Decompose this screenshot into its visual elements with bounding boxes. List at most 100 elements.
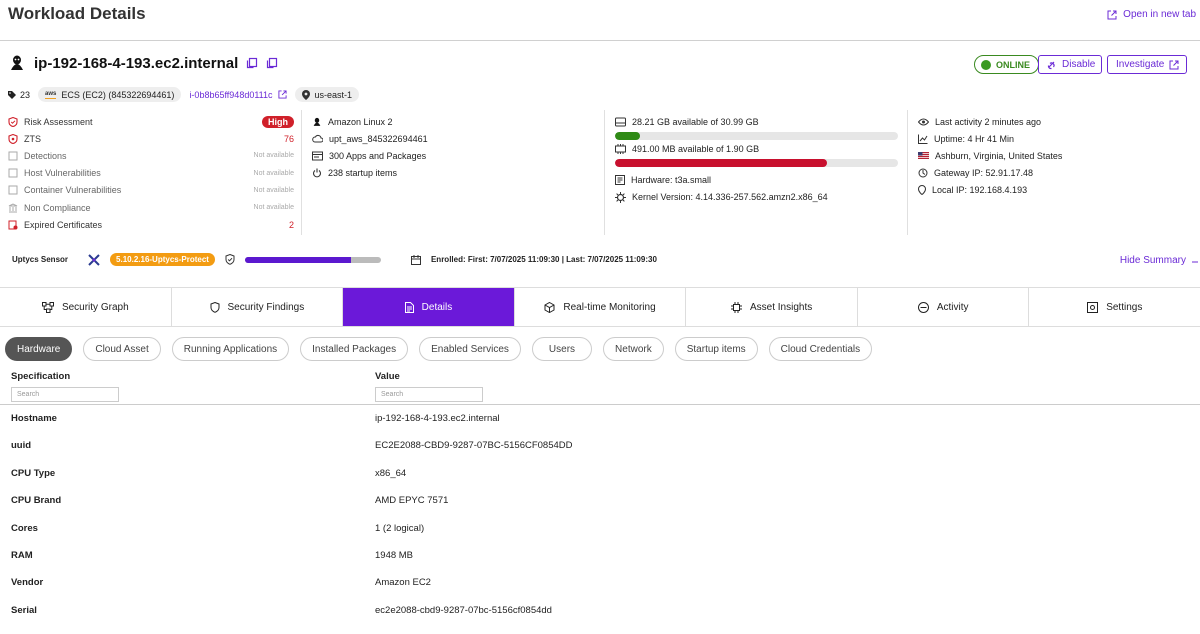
subtab-users[interactable]: Users bbox=[531, 337, 593, 361]
risk-assessment-row[interactable]: Risk Assessment High bbox=[8, 113, 294, 130]
spec-cell: CPU Type bbox=[11, 467, 56, 479]
gateway-label: Gateway IP: 52.91.17.48 bbox=[934, 168, 1034, 179]
tab-details[interactable]: Details bbox=[343, 288, 515, 326]
copy-id-icon[interactable] bbox=[266, 57, 278, 69]
tab-label: Activity bbox=[936, 301, 969, 313]
tab-security-findings[interactable]: Security Findings bbox=[172, 288, 344, 326]
column-header-value[interactable]: Value bbox=[375, 371, 400, 382]
tab-label: Details bbox=[421, 301, 453, 313]
region-pill: us-east-1 bbox=[294, 87, 360, 102]
subtab-cloud-credentials[interactable]: Cloud Credentials bbox=[768, 337, 873, 361]
table-row: Vendor Amazon EC2 bbox=[0, 569, 1200, 596]
tab-security-graph[interactable]: Security Graph bbox=[0, 288, 172, 326]
hostname-title: ip-192-168-4-193.ec2.internal bbox=[34, 54, 239, 72]
location-pin-icon bbox=[918, 185, 926, 196]
zts-row[interactable]: ZTS 76 bbox=[8, 130, 294, 147]
value-cell: Amazon EC2 bbox=[375, 577, 431, 589]
investigate-button[interactable]: Investigate bbox=[1107, 55, 1187, 74]
tab-asset-insights[interactable]: Asset Insights bbox=[686, 288, 858, 326]
memory-row: 491.00 MB available of 1.90 GB bbox=[615, 140, 899, 157]
location-row: Ashburn, Virginia, United States bbox=[918, 147, 1188, 164]
subtab-cloud-asset[interactable]: Cloud Asset bbox=[83, 337, 161, 361]
table-header: Specification Value Search Search bbox=[0, 370, 1200, 405]
value-cell: 1 (2 logical) bbox=[375, 522, 425, 534]
memory-label: 491.00 MB available of 1.90 GB bbox=[632, 143, 760, 154]
value-search-input[interactable]: Search bbox=[375, 387, 483, 402]
status-label: ONLINE bbox=[996, 59, 1031, 70]
subtab-hardware[interactable]: Hardware bbox=[5, 337, 73, 361]
open-new-tab-link[interactable]: Open in new tab bbox=[1107, 9, 1196, 20]
tab-label: Asset Insights bbox=[749, 301, 813, 313]
spec-cell: Hostname bbox=[11, 413, 57, 424]
spec-cell: RAM bbox=[11, 550, 33, 561]
gateway-icon bbox=[918, 168, 928, 178]
expired-certificates-count: 2 bbox=[288, 219, 294, 230]
external-link-icon bbox=[277, 90, 287, 99]
certificate-icon bbox=[8, 220, 18, 230]
enrolled-text: Enrolled: First: 7/07/2025 11:09:30 | La… bbox=[430, 255, 657, 264]
sensor-shield-icon bbox=[225, 254, 235, 265]
copy-icon[interactable] bbox=[246, 57, 258, 69]
disk-label: 28.21 GB available of 30.99 GB bbox=[632, 116, 759, 127]
disk-usage-bar bbox=[615, 132, 898, 141]
location-pin-icon bbox=[301, 89, 310, 100]
hide-summary-toggle[interactable]: Hide Summary bbox=[1120, 255, 1198, 266]
tag-count[interactable]: 23 bbox=[8, 90, 30, 100]
expired-certificates-label: Expired Certificates bbox=[24, 219, 103, 230]
disable-button[interactable]: Disable bbox=[1038, 55, 1102, 74]
table-row: Cores 1 (2 logical) bbox=[0, 515, 1200, 542]
shield-alert-icon bbox=[8, 116, 18, 127]
disk-row: 28.21 GB available of 30.99 GB bbox=[615, 113, 899, 130]
linux-penguin-icon bbox=[8, 54, 26, 72]
startup-row[interactable]: 238 startup items bbox=[312, 165, 592, 182]
open-new-tab-label: Open in new tab bbox=[1123, 9, 1196, 20]
value-cell: ip-192-168-4-193.ec2.internal bbox=[375, 413, 500, 424]
apps-row[interactable]: 300 Apps and Packages bbox=[312, 147, 592, 164]
detail-subtabs: Hardware Cloud Asset Running Application… bbox=[5, 337, 873, 361]
host-vulnerabilities-row: Host Vulnerabilities Not available bbox=[8, 165, 294, 182]
value-cell: EC2E2088-CBD9-9287-07BC-5156CF0854DD bbox=[375, 440, 573, 452]
subtab-enabled-services[interactable]: Enabled Services bbox=[419, 337, 521, 361]
instance-id-link[interactable]: i-0b8b65ff948d0111c bbox=[189, 89, 287, 100]
instance-id-label: i-0b8b65ff948d0111c bbox=[189, 89, 273, 100]
spec-cell: Vendor bbox=[11, 577, 44, 589]
location-label: Ashburn, Virginia, United States bbox=[935, 150, 1063, 161]
shield-icon bbox=[210, 301, 220, 313]
specification-search-input[interactable]: Search bbox=[11, 387, 119, 402]
subtab-running-applications[interactable]: Running Applications bbox=[171, 337, 290, 361]
detections-icon bbox=[8, 151, 18, 161]
hardware-icon bbox=[615, 174, 625, 185]
value-cell: AMD EPYC 7571 bbox=[375, 495, 449, 507]
table-row: Serial ec2e2088-cbd9-9287-07bc-5156cf0854… bbox=[0, 597, 1200, 624]
table-row: Hostname ip-192-168-4-193.ec2.internal bbox=[0, 405, 1200, 432]
page-title: Workload Details bbox=[8, 4, 146, 23]
cloud-account-icon bbox=[312, 134, 323, 144]
host-vulnerabilities-label: Host Vulnerabilities bbox=[24, 168, 101, 179]
power-icon bbox=[312, 168, 322, 178]
table-row: RAM 1948 MB bbox=[0, 542, 1200, 569]
column-header-specification[interactable]: Specification bbox=[11, 371, 70, 382]
platform-label: ECS (EC2) (845322694461) bbox=[61, 89, 175, 100]
subtab-installed-packages[interactable]: Installed Packages bbox=[300, 337, 409, 361]
tab-settings[interactable]: Settings bbox=[1029, 288, 1200, 326]
value-cell: 1948 MB bbox=[375, 550, 414, 561]
subtab-network[interactable]: Network bbox=[603, 337, 664, 361]
non-compliance-label: Non Compliance bbox=[24, 202, 91, 213]
subtab-startup-items[interactable]: Startup items bbox=[674, 337, 758, 361]
compliance-icon bbox=[8, 202, 18, 213]
detections-value: Not available bbox=[253, 152, 294, 160]
local-ip-label: Local IP: 192.168.4.193 bbox=[932, 185, 1028, 196]
disk-icon bbox=[615, 117, 626, 127]
host-vuln-icon bbox=[8, 168, 18, 178]
tab-activity[interactable]: Activity bbox=[858, 288, 1030, 326]
sensor-version-badge: 5.10.2.16-Uptycs-Protect bbox=[110, 253, 215, 266]
external-link-icon bbox=[1169, 60, 1179, 70]
resources-summary: 28.21 GB available of 30.99 GB 491.00 MB… bbox=[615, 113, 899, 206]
tag-count-value: 23 bbox=[20, 89, 31, 100]
table-row: CPU Brand AMD EPYC 7571 bbox=[0, 487, 1200, 514]
header-divider bbox=[0, 40, 1200, 41]
memory-usage-bar bbox=[615, 159, 898, 168]
tab-realtime-monitoring[interactable]: Real-time Monitoring bbox=[515, 288, 687, 326]
expired-certificates-row[interactable]: Expired Certificates 2 bbox=[8, 216, 294, 233]
value-cell: x86_64 bbox=[375, 467, 407, 479]
